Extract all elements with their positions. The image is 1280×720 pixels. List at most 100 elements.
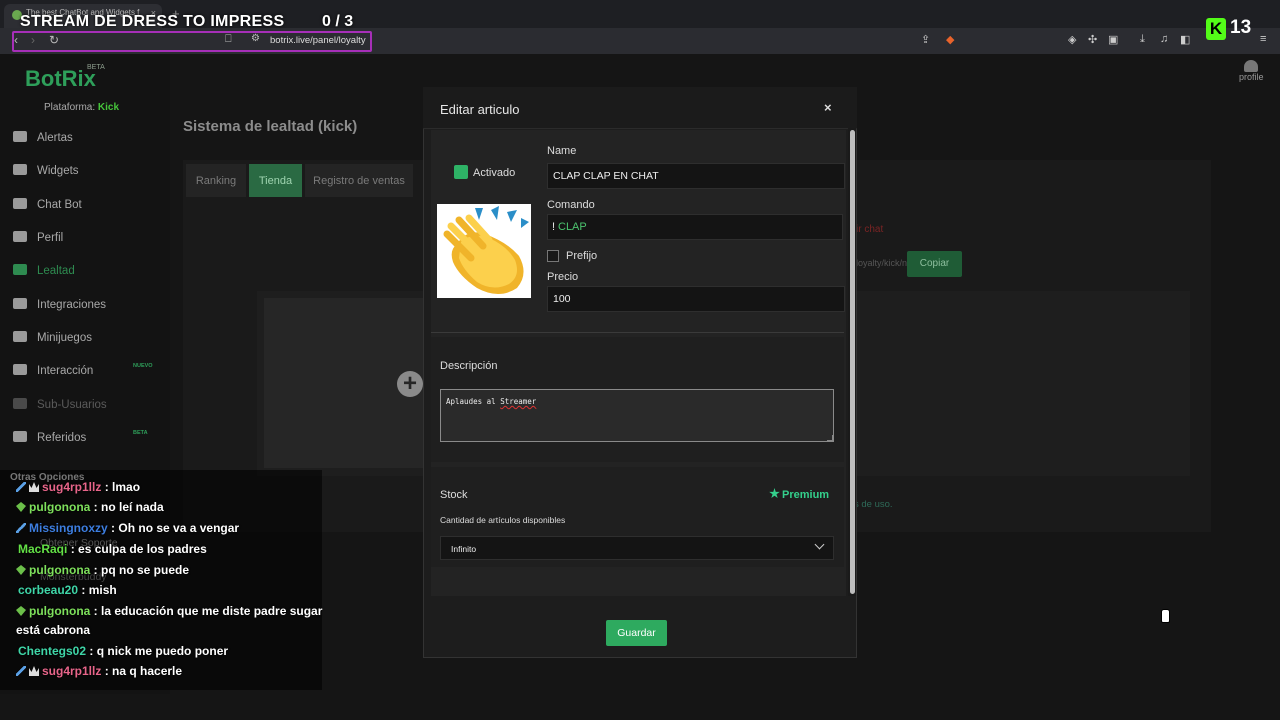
reading-list-icon[interactable]: ◧ — [1180, 33, 1190, 46]
resize-handle-icon[interactable] — [827, 435, 833, 441]
botrix-logo[interactable]: BotRix — [25, 66, 96, 92]
activado-label: Activado — [473, 167, 516, 179]
tab-registro-ventas[interactable]: Registro de ventas — [305, 164, 413, 197]
star-icon — [769, 488, 780, 499]
chat-text: : pq no se puede — [93, 563, 190, 577]
command-input[interactable] — [547, 214, 843, 240]
chat-message: Missingnoxzy : Oh no se va a vengar — [16, 519, 326, 538]
stream-title: STREAM DE DRESS TO IMPRESS — [20, 13, 285, 30]
sidebar-item-referidos[interactable]: Referidos — [13, 431, 86, 444]
sidebar-item-perfil[interactable]: Perfil — [13, 231, 63, 244]
chat-message: sug4rp1llz : na q hacerle — [16, 662, 326, 681]
sidebar-item-widgets[interactable]: Widgets — [13, 164, 79, 177]
stock-select[interactable]: Infinito — [440, 536, 834, 560]
premium-label: Premium — [782, 489, 830, 501]
tab-tienda[interactable]: Tienda — [249, 164, 302, 197]
warning-icon — [13, 131, 27, 142]
description-textarea[interactable]: Aplaudes al Streamer — [440, 389, 834, 442]
wallet-icon[interactable]: ◈ — [1068, 33, 1076, 46]
sidebar-item-alertas[interactable]: Alertas — [13, 131, 73, 144]
id-card-icon — [13, 231, 27, 242]
modal-title: Editar articulo — [440, 102, 520, 117]
chat-text: : mish — [81, 583, 117, 597]
sidebar-item-chat-bot[interactable]: Chat Bot — [13, 198, 82, 211]
chat-text: : na q hacerle — [104, 664, 183, 678]
beta-badge: BETA — [133, 430, 148, 436]
description-text: Aplaudes al — [446, 397, 496, 406]
sidebar-item-interaccion[interactable]: Interacción — [13, 364, 93, 377]
logo-beta-badge: BETA — [87, 64, 105, 71]
activado-checkbox[interactable] — [454, 165, 468, 179]
premium-badge[interactable]: Premium — [769, 488, 829, 501]
save-button[interactable]: Guardar — [606, 620, 667, 646]
robot-icon — [13, 198, 27, 209]
moderator-sword-icon — [16, 482, 26, 492]
media-icon[interactable]: ♫ — [1160, 33, 1168, 45]
widgets-icon — [13, 164, 27, 175]
share-icon[interactable]: ⇪ — [921, 33, 930, 46]
kick-viewer-count: 13 — [1230, 17, 1252, 38]
sidebar-item-label: Sub-Usuarios — [37, 399, 107, 411]
sidebar-item-lealtad[interactable]: Lealtad — [13, 264, 75, 277]
clap-emoji-icon — [437, 204, 531, 298]
sidebar-item-label: Lealtad — [37, 265, 75, 277]
platform-value: Kick — [97, 102, 120, 113]
profile-icon[interactable] — [1244, 60, 1258, 72]
name-label: Name — [547, 145, 577, 157]
sidebar-item-label: Referidos — [37, 432, 87, 444]
download-icon[interactable]: ⤓ — [1140, 33, 1145, 46]
crown-icon — [29, 666, 39, 676]
chat-username: pulgonona — [29, 500, 91, 514]
stream-counter: 0 / 3 — [322, 13, 354, 30]
close-icon[interactable]: × — [824, 100, 832, 115]
music-icon — [13, 364, 27, 375]
command-label: Comando — [547, 199, 595, 211]
sidebar-item-integraciones[interactable]: Integraciones — [13, 298, 106, 311]
address-bar-highlight — [12, 31, 372, 52]
chat-message: pulgonona : pq no se puede — [16, 561, 326, 580]
tab-ranking[interactable]: Ranking — [186, 164, 246, 197]
referrals-icon — [13, 431, 27, 442]
chat-username: Chentegs02 — [18, 644, 87, 658]
integrations-icon — [13, 298, 27, 309]
sidebar-item-label: Chat Bot — [37, 199, 82, 211]
description-label: Descripción — [440, 360, 498, 372]
chat-text: : Oh no se va a vengar — [111, 521, 240, 535]
stock-description: Cantidad de artículos disponibles — [440, 515, 566, 525]
hand-cursor-icon — [1161, 609, 1170, 623]
menu-icon[interactable]: ≡ — [1260, 33, 1266, 45]
sidebar-item-minijuegos[interactable]: Minijuegos — [13, 331, 92, 344]
chat-text: : no leí nada — [93, 500, 164, 514]
copy-button[interactable]: Copiar — [907, 251, 962, 277]
clapping-hands-image[interactable] — [437, 204, 531, 298]
chat-text: : lmao — [104, 480, 141, 494]
profile-label[interactable]: profile — [1239, 72, 1264, 82]
gem-icon — [16, 565, 26, 575]
crown-icon — [29, 482, 39, 492]
chat-username: corbeau20 — [18, 583, 79, 597]
plus-circle-icon[interactable]: + — [397, 371, 423, 397]
chat-message: sug4rp1llz : lmao — [16, 478, 326, 497]
scrollbar-thumb[interactable] — [850, 130, 855, 594]
chat-message: Chentegs02 : q nick me puedo poner — [18, 642, 328, 661]
chat-link-text[interactable]: ir chat — [856, 224, 883, 235]
trophy-icon — [13, 264, 27, 275]
kick-logo-icon: K — [1206, 18, 1226, 40]
prefijo-checkbox[interactable] — [547, 250, 559, 262]
description-text-misspelled: Streamer — [500, 397, 537, 406]
moderator-sword-icon — [16, 523, 26, 533]
sidebar-item-sub-usuarios[interactable]: Sub-Usuarios — [13, 398, 107, 411]
brave-shield-icon[interactable]: ◆ — [946, 33, 954, 46]
price-input[interactable]: 100 — [547, 286, 845, 312]
price-label: Precio — [547, 271, 579, 283]
moderator-sword-icon — [16, 666, 26, 676]
platform-label: Plataforma: — [44, 102, 96, 113]
sidebar-item-label: Interacción — [37, 365, 94, 377]
extensions-icon[interactable]: ✣ — [1088, 33, 1097, 46]
stock-label: Stock — [440, 489, 468, 501]
chat-text: : es culpa de los padres — [70, 542, 207, 556]
name-input[interactable]: CLAP CLAP EN CHAT — [547, 163, 845, 189]
page-title: Sistema de lealtad (kick) — [183, 118, 358, 135]
sidebar-toggle-icon[interactable]: ▣ — [1108, 33, 1118, 46]
terms-link[interactable]: s de uso. — [854, 499, 893, 510]
